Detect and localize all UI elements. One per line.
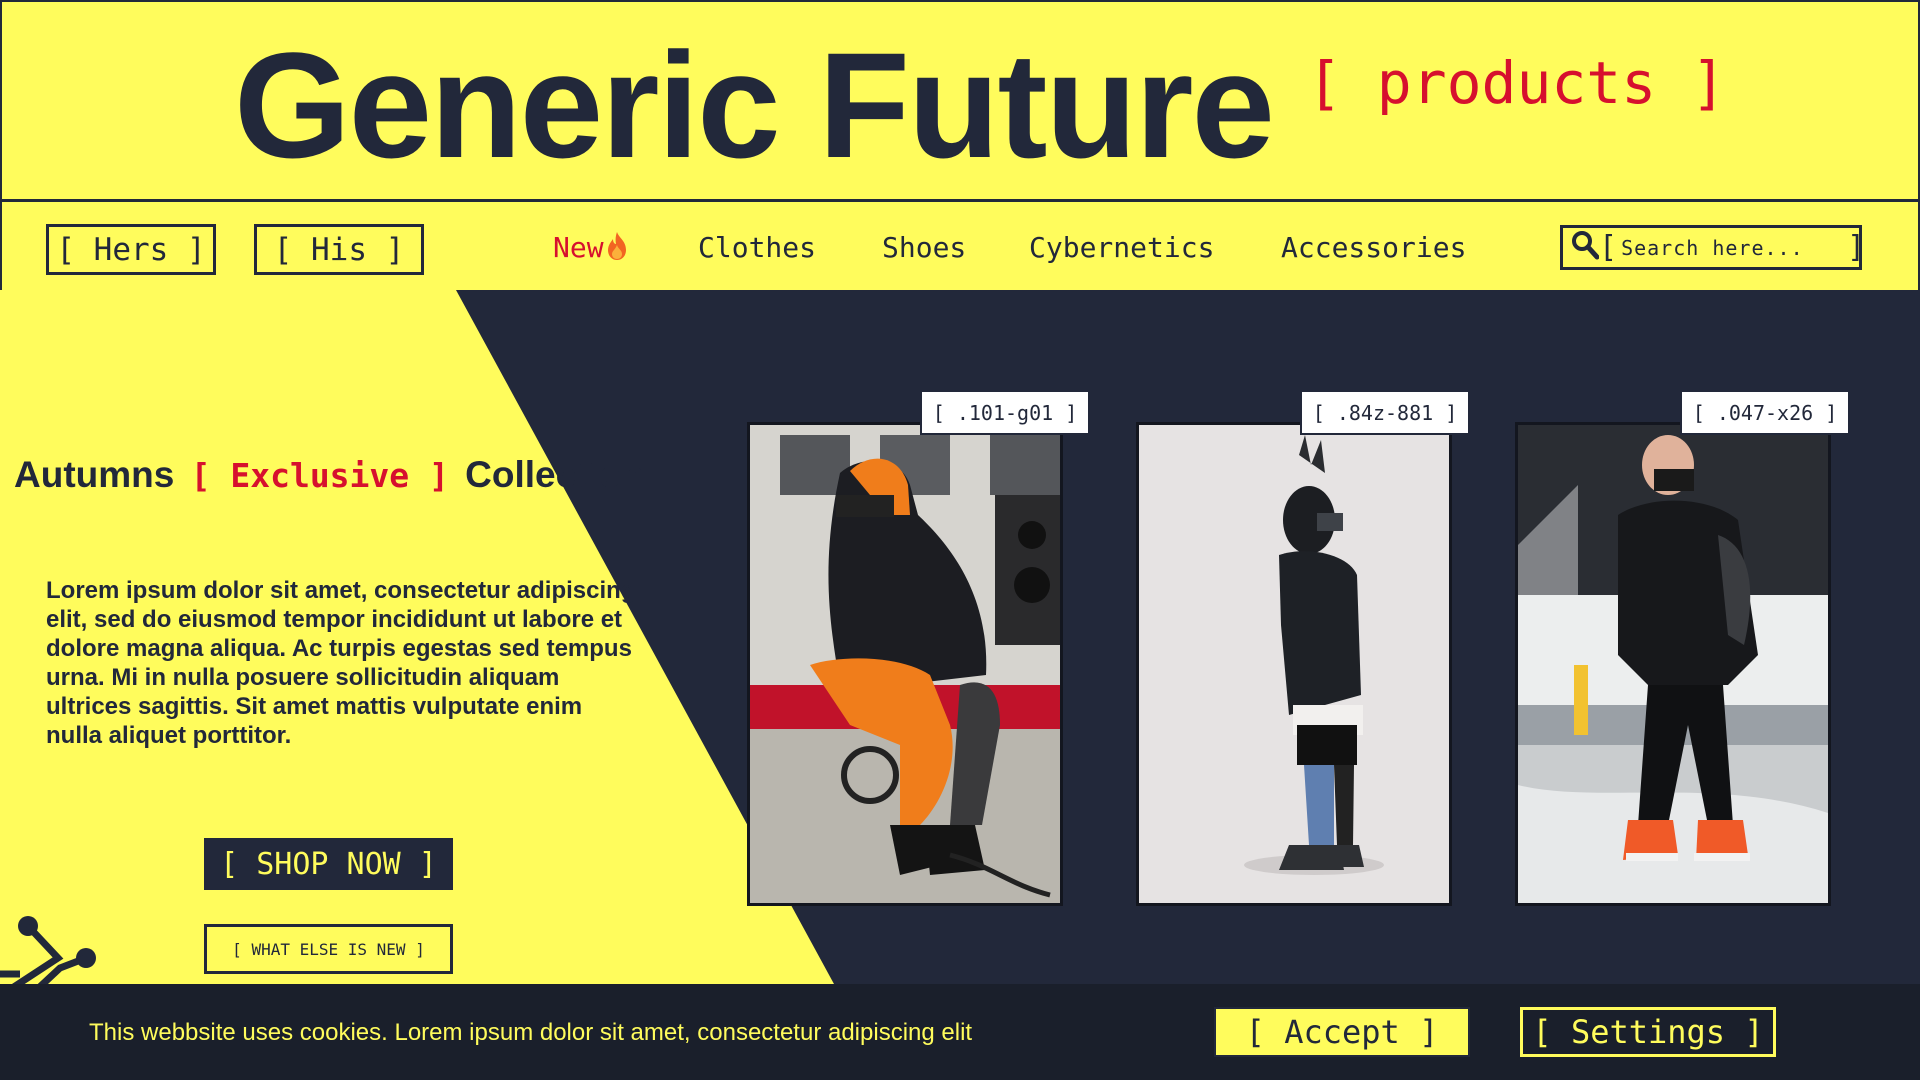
his-button[interactable]: [ His ] xyxy=(254,224,424,275)
search-icon[interactable] xyxy=(1571,230,1600,265)
collection-title-pre: Autumns xyxy=(14,454,175,495)
accept-cookies-button[interactable]: [ Accept ] xyxy=(1214,1007,1470,1057)
search-input[interactable] xyxy=(1617,235,1848,260)
nav-link-new[interactable]: New xyxy=(553,231,630,268)
search-box[interactable]: [ ] xyxy=(1560,225,1866,270)
site-header: Generic Future [ products ] xyxy=(0,0,1920,202)
nav-link-accessories[interactable]: Accessories xyxy=(1281,231,1466,264)
site-title: Generic Future xyxy=(234,20,1275,189)
collection-title: Autumns [ Exclusive ] Collection xyxy=(14,454,644,496)
cookie-text: This webbsite uses cookies. Lorem ipsum … xyxy=(89,1019,973,1046)
title-tag: [ products ] xyxy=(1306,48,1726,117)
nav-link-new-label: New xyxy=(553,231,604,264)
nav-link-clothes[interactable]: Clothes xyxy=(698,231,816,264)
what-else-is-new-button[interactable]: [ WHAT ELSE IS NEW ] xyxy=(204,924,453,974)
search-bracket-open: [ xyxy=(1599,229,1618,265)
search-bracket-close: ] xyxy=(1847,229,1866,265)
hero-description: Lorem ipsum dolor sit amet, consectetur … xyxy=(46,577,636,749)
cookie-settings-button[interactable]: [ Settings ] xyxy=(1520,1007,1776,1057)
product-card-1[interactable] xyxy=(747,422,1063,906)
nav-link-shoes[interactable]: Shoes xyxy=(882,231,966,264)
cookie-banner: This webbsite uses cookies. Lorem ipsum … xyxy=(0,984,1920,1080)
nav-link-cybernetics[interactable]: Cybernetics xyxy=(1029,231,1214,264)
product-image-2 xyxy=(1139,425,1449,903)
collection-title-post: Collection xyxy=(465,454,645,495)
product-sku-3: [ .047-x26 ] xyxy=(1680,390,1850,435)
product-image-1 xyxy=(750,425,1060,903)
fire-icon xyxy=(604,231,630,268)
circuit-decoration-icon xyxy=(0,916,96,984)
product-image-3 xyxy=(1518,425,1828,903)
hero-section: Autumns [ Exclusive ] Collection Lorem i… xyxy=(0,290,1920,984)
product-sku-1: [ .101-g01 ] xyxy=(920,390,1090,435)
product-card-2[interactable] xyxy=(1136,422,1452,906)
collection-title-tag: [ Exclusive ] xyxy=(190,456,449,495)
product-card-3[interactable] xyxy=(1515,422,1831,906)
main-nav: [ Hers ] [ His ] New Clothes Shoes Cyber… xyxy=(0,205,1920,289)
hers-button[interactable]: [ Hers ] xyxy=(46,224,216,275)
shop-now-button[interactable]: [ SHOP NOW ] xyxy=(204,838,453,890)
product-sku-2: [ .84z-881 ] xyxy=(1300,390,1470,435)
